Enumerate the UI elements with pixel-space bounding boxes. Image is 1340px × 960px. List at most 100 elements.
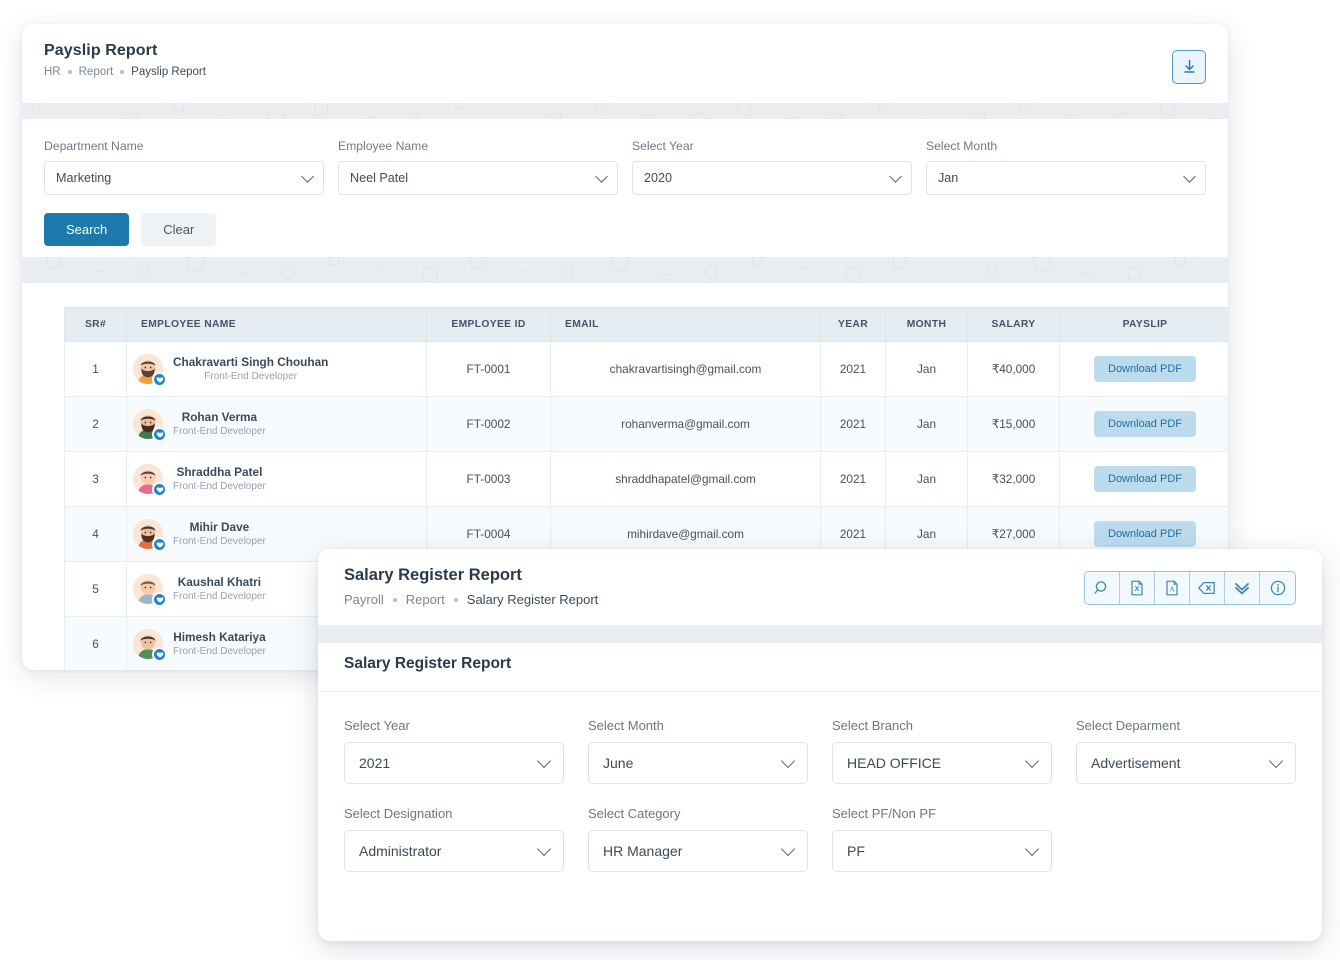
breadcrumb-separator-dot	[67, 70, 72, 74]
field-select-pf: Select PF/Non PF PF	[832, 806, 1052, 872]
download-report-button[interactable]	[1172, 50, 1206, 84]
avatar	[133, 409, 167, 442]
report-toolbar: X A	[1084, 571, 1296, 605]
col-employee-name: EMPLOYEE NAME	[126, 307, 427, 342]
employee-select[interactable]: Neel Patel	[338, 161, 618, 195]
select-branch-value: HEAD OFFICE	[847, 755, 942, 771]
collapse-button[interactable]	[1225, 572, 1260, 604]
avatar	[133, 464, 167, 497]
col-payslip: PAYSLIP	[1059, 307, 1228, 342]
col-month: MONTH	[885, 307, 968, 342]
clear-filters-button[interactable]	[1190, 572, 1225, 604]
chevron-down-icon	[536, 753, 552, 769]
col-employee-id: EMPLOYEE ID	[426, 307, 551, 342]
table-row: 3 Shraddha Patel Front-End Developer FT-000…	[64, 451, 1228, 507]
cell-sr: 5	[64, 561, 127, 617]
clear-icon	[1198, 581, 1215, 595]
decorative-shape	[280, 265, 296, 281]
decorative-shape	[422, 266, 439, 283]
chevron-down-icon	[301, 170, 314, 183]
month-select[interactable]: Jan	[926, 161, 1206, 195]
clear-button[interactable]: Clear	[141, 213, 217, 246]
cell-year: 2021	[820, 396, 886, 452]
verified-badge	[152, 592, 167, 607]
decorative-shape	[516, 260, 529, 273]
cell-year: 2021	[820, 451, 886, 507]
filter-year: Select Year 2020	[632, 139, 912, 195]
breadcrumb-item-hr[interactable]: HR	[44, 66, 61, 78]
chevron-down-icon	[1024, 753, 1040, 769]
svg-text:X: X	[1135, 586, 1140, 593]
cell-month: Jan	[885, 341, 968, 397]
col-salary: SALARY	[967, 307, 1060, 342]
cell-sr: 1	[64, 341, 127, 397]
decorative-shape	[1174, 257, 1186, 266]
select-pf-dropdown[interactable]: PF	[832, 830, 1052, 872]
export-excel-button[interactable]: X	[1120, 572, 1155, 604]
filter-employee-label: Employee Name	[338, 139, 429, 153]
decorative-shape	[594, 103, 609, 114]
decorative-shape	[658, 261, 672, 275]
breadcrumb-item-current: Salary Register Report	[466, 592, 599, 607]
select-year-dropdown[interactable]: 2021	[344, 742, 564, 784]
breadcrumb: HR Report Payslip Report	[44, 66, 1206, 78]
breadcrumb-item-payroll[interactable]: Payroll	[344, 592, 384, 607]
screen: Payslip Report HR Report Payslip Report …	[0, 0, 1340, 960]
breadcrumb-separator-dot	[453, 597, 458, 602]
filter-month-label: Select Month	[926, 139, 998, 153]
select-department-label: Select Deparment	[1076, 718, 1181, 733]
col-email: EMAIL	[550, 307, 821, 342]
select-designation-dropdown[interactable]: Administrator	[344, 830, 564, 872]
employee-name: Himesh Katariya	[173, 629, 266, 644]
chevron-down-icon	[1268, 753, 1284, 769]
cell-employee-id: FT-0002	[426, 396, 551, 452]
employee-role: Front-End Developer	[173, 591, 266, 603]
cell-employee: Shraddha Patel Front-End Developer	[126, 451, 427, 507]
decorative-shape	[30, 103, 42, 111]
decorative-shape	[94, 261, 106, 273]
field-select-department: Select Deparment Advertisement	[1076, 718, 1296, 784]
decorative-band-salary	[318, 625, 1322, 643]
select-category-dropdown[interactable]: HR Manager	[588, 830, 808, 872]
info-button[interactable]	[1260, 572, 1295, 604]
download-pdf-button[interactable]: Download PDF	[1094, 521, 1196, 547]
decorative-shape	[313, 103, 329, 116]
download-pdf-button[interactable]: Download PDF	[1094, 411, 1196, 437]
select-branch-dropdown[interactable]: HEAD OFFICE	[832, 742, 1052, 784]
export-pdf-button[interactable]: A	[1155, 572, 1190, 604]
download-pdf-button[interactable]: Download PDF	[1094, 356, 1196, 382]
decorative-shape	[219, 106, 229, 116]
salary-register-header: Salary Register Report Payroll Report Sa…	[318, 549, 1322, 625]
department-select[interactable]: Marketing	[44, 161, 324, 195]
decorative-shape	[172, 103, 185, 113]
breadcrumb-item-report[interactable]: Report	[406, 592, 445, 607]
decorative-shape	[1222, 261, 1228, 270]
year-select[interactable]: 2020	[632, 161, 912, 195]
cell-employee-id: FT-0001	[426, 341, 551, 397]
employee-name: Chakravarti Singh Chouhan	[173, 354, 329, 369]
decorative-shape	[987, 267, 996, 276]
download-pdf-button[interactable]: Download PDF	[1094, 466, 1196, 492]
select-department-dropdown[interactable]: Advertisement	[1076, 742, 1296, 784]
select-branch-label: Select Branch	[832, 718, 913, 733]
salary-fields-row-2: Select Designation Administrator Select …	[344, 806, 1296, 872]
payslip-filter-panel: Department Name Marketing Employee Name …	[22, 119, 1228, 257]
employee-role: Front-End Developer	[173, 426, 266, 438]
cell-payslip: Download PDF	[1059, 341, 1228, 397]
decorative-shape	[939, 260, 953, 274]
cell-employee-id: FT-0003	[426, 451, 551, 507]
decorative-shape	[892, 257, 907, 269]
field-select-designation: Select Designation Administrator	[344, 806, 564, 872]
chevron-down-icon	[1024, 841, 1040, 857]
select-year-label: Select Year	[344, 718, 410, 733]
section-title: Salary Register Report	[344, 655, 512, 672]
select-month-dropdown[interactable]: June	[588, 742, 808, 784]
select-designation-label: Select Designation	[344, 806, 453, 821]
decorative-shape	[643, 107, 652, 116]
chevron-down-icon	[536, 841, 552, 857]
search-button[interactable]: Search	[44, 213, 130, 246]
search-toolbar-button[interactable]	[1085, 572, 1120, 604]
section-divider	[318, 691, 1322, 692]
employee-name: Shraddha Patel	[176, 464, 263, 479]
breadcrumb-item-report[interactable]: Report	[79, 66, 114, 78]
